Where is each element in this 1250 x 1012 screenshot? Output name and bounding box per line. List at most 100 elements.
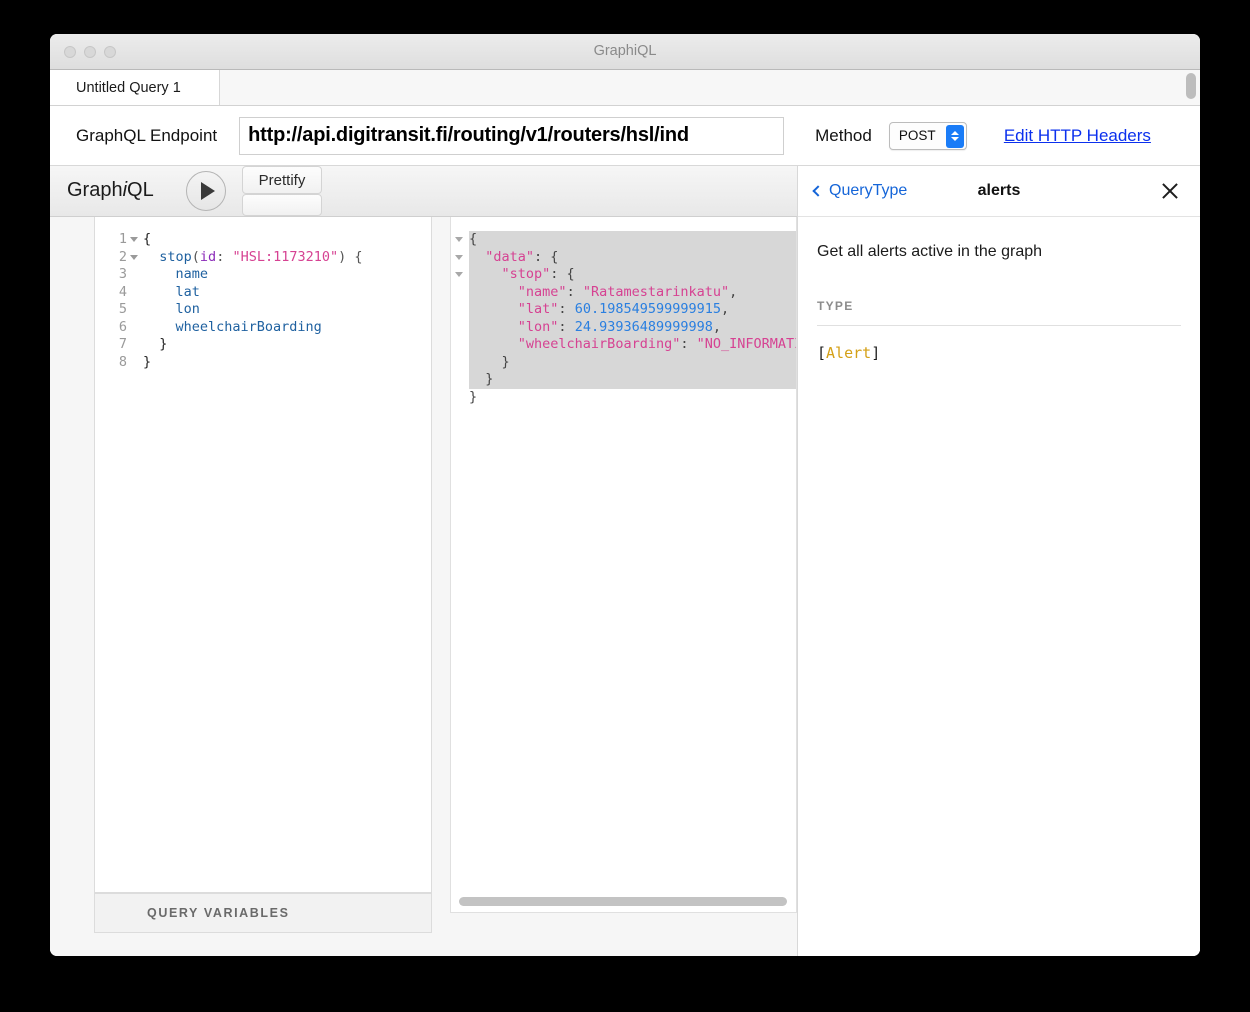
query-editor-code[interactable]: { stop(id: "HSL:1173210") { name lat lon… bbox=[143, 231, 363, 371]
query-line: } bbox=[143, 336, 363, 354]
close-icon[interactable] bbox=[1160, 181, 1180, 201]
documentation-body: Get all alerts active in the graph TYPE … bbox=[798, 217, 1200, 362]
endpoint-input[interactable]: http://api.digitransit.fi/routing/v1/rou… bbox=[239, 116, 785, 155]
json-token: "stop" bbox=[501, 266, 551, 282]
query-line: name bbox=[143, 266, 363, 284]
docs-description: Get all alerts active in the graph bbox=[817, 243, 1043, 260]
code-token: : bbox=[216, 248, 233, 265]
docs-divider bbox=[817, 325, 1181, 326]
result-line: } bbox=[469, 371, 796, 389]
result-line: "lon": 24.93936489999998, bbox=[469, 318, 796, 336]
json-token: : { bbox=[534, 248, 559, 265]
query-line-number: 4 bbox=[118, 283, 127, 300]
query-line: lon bbox=[143, 301, 363, 319]
query-line: wheelchairBoarding bbox=[143, 319, 363, 337]
docs-type-link[interactable]: Alert bbox=[826, 344, 871, 362]
query-line: lat bbox=[143, 284, 363, 302]
result-viewer-code: { "data": { "stop": { "name": "Ratamesta… bbox=[469, 231, 796, 407]
docs-type-value: [Alert] bbox=[817, 344, 1181, 362]
query-line-number: 8 bbox=[118, 353, 127, 370]
result-viewer-horizontal-scrollbar[interactable] bbox=[459, 897, 787, 906]
graphiql-window: GraphiQL Untitled Query 1 GraphQL Endpoi… bbox=[50, 34, 1200, 956]
json-token: : bbox=[558, 301, 575, 317]
query-line-number: 1 bbox=[95, 231, 141, 249]
main-area: 12345678 { stop(id: "HSL:1173210") { nam… bbox=[50, 166, 1200, 956]
json-token: , bbox=[729, 283, 738, 300]
result-line: "name": "Ratamestarinkatu", bbox=[469, 283, 796, 301]
code-token: stop bbox=[159, 248, 192, 265]
json-token: , bbox=[712, 318, 721, 335]
query-line-number: 3 bbox=[118, 266, 127, 282]
json-token: "name" bbox=[517, 283, 567, 300]
play-icon bbox=[200, 182, 215, 200]
type-bracket-close: ] bbox=[871, 344, 881, 362]
edit-http-headers-link[interactable]: Edit HTTP Headers bbox=[1004, 126, 1151, 146]
result-line: "stop": { bbox=[469, 266, 796, 284]
toolbar-secondary-button[interactable] bbox=[242, 194, 322, 216]
query-line-number: 7 bbox=[118, 336, 127, 352]
query-editor[interactable]: 12345678 { stop(id: "HSL:1173210") { nam… bbox=[94, 217, 432, 893]
fold-triangle-icon[interactable] bbox=[455, 254, 463, 260]
json-token: "lon" bbox=[517, 318, 559, 335]
result-viewer[interactable]: { "data": { "stop": { "name": "Ratamesta… bbox=[450, 217, 797, 913]
json-token: "lat" bbox=[517, 301, 559, 317]
docs-section-label: TYPE bbox=[817, 299, 854, 313]
json-token: } bbox=[469, 388, 478, 405]
fold-triangle-icon[interactable] bbox=[130, 237, 138, 242]
execute-query-button[interactable] bbox=[186, 171, 226, 211]
docs-title: alerts bbox=[977, 182, 1021, 199]
json-token: } bbox=[469, 353, 510, 370]
query-line: stop(id: "HSL:1173210") { bbox=[143, 248, 363, 267]
tab-untitled-query-1[interactable]: Untitled Query 1 bbox=[50, 70, 220, 105]
json-token: } bbox=[469, 371, 494, 387]
json-token: , bbox=[721, 301, 730, 317]
code-token: "HSL:1173210" bbox=[232, 248, 339, 265]
fold-triangle-icon[interactable] bbox=[455, 272, 463, 277]
endpoint-bar: GraphQL Endpoint http://api.digitransit.… bbox=[50, 106, 1200, 166]
method-stepper-icon[interactable] bbox=[945, 124, 964, 148]
query-line-number: 2 bbox=[95, 249, 141, 267]
json-token: "wheelchairBoarding" bbox=[517, 336, 681, 352]
logo-suffix: QL bbox=[127, 179, 154, 201]
tab-bar-filler bbox=[220, 70, 1200, 105]
query-variables-bar[interactable]: QUERY VARIABLES bbox=[94, 893, 432, 933]
tab-bar-scrollbar-thumb[interactable] bbox=[1186, 73, 1196, 99]
graphiql-logo: GraphiQL bbox=[67, 179, 154, 202]
fold-triangle-icon[interactable] bbox=[130, 254, 138, 260]
result-line: "lat": 60.198549599999915, bbox=[469, 301, 796, 319]
json-token: : bbox=[680, 336, 697, 352]
json-token: "Ratamestarinkatu" bbox=[582, 283, 730, 300]
tab-label: Untitled Query 1 bbox=[76, 79, 181, 96]
prettify-button[interactable]: Prettify bbox=[242, 166, 322, 194]
code-token: lat bbox=[175, 283, 200, 300]
query-line: } bbox=[143, 354, 363, 372]
code-token: } bbox=[143, 336, 168, 352]
code-token: wheelchairBoarding bbox=[175, 318, 322, 335]
query-line-number: 6 bbox=[118, 318, 127, 335]
code-token: id bbox=[199, 248, 217, 265]
method-select[interactable]: POST bbox=[888, 121, 967, 150]
query-line-number: 5 bbox=[118, 301, 127, 317]
json-token: : bbox=[558, 318, 575, 335]
tab-bar: Untitled Query 1 bbox=[50, 70, 1200, 106]
json-token: : { bbox=[550, 266, 575, 282]
query-editor-gutter: 12345678 bbox=[95, 231, 141, 371]
fold-triangle-icon[interactable] bbox=[455, 237, 463, 242]
code-token: ) { bbox=[338, 248, 363, 265]
result-line: } bbox=[469, 388, 796, 407]
code-token: name bbox=[175, 266, 209, 282]
tab-bar-scrollbar[interactable] bbox=[1186, 73, 1197, 103]
logo-prefix: Graph bbox=[67, 179, 123, 201]
screen: GraphiQL Untitled Query 1 GraphQL Endpoi… bbox=[0, 0, 1250, 1012]
json-token: 60.198549599999915 bbox=[574, 301, 721, 317]
json-token: 24.93936489999998 bbox=[574, 318, 713, 335]
code-token: { bbox=[143, 231, 152, 247]
